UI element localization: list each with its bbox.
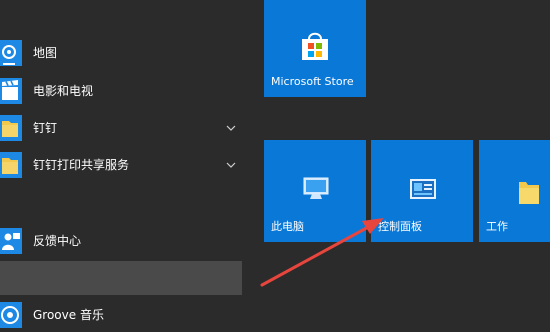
app-label: Groove 音乐 [33,308,104,322]
app-label: 反馈中心 [33,234,82,248]
folder-icon [0,115,22,141]
app-item-dingtalk-print[interactable]: 钉钉打印共享服务 [0,148,242,182]
tile-label: 控制面板 [378,220,422,233]
app-item-maps[interactable]: 地图 [0,36,242,70]
map-icon [0,40,22,66]
app-label: 地图 [33,46,58,60]
tile-label: Microsoft Store [271,75,354,88]
chevron-down-icon[interactable] [226,160,236,170]
tile-label: 工作 [486,220,508,233]
app-item-dingtalk[interactable]: 钉钉 [0,111,242,145]
app-item-feedback-hub[interactable]: 反馈中心 [0,224,242,258]
monitor-icon [303,177,329,199]
feedback-hub-icon [0,228,22,254]
folder-icon [0,152,22,178]
folder-icon [519,182,539,204]
tile-label: 此电脑 [271,220,304,233]
app-item-highlighted[interactable] [0,261,242,295]
app-label: 电影和电视 [33,84,94,98]
chevron-down-icon[interactable] [226,123,236,133]
tile-microsoft-store[interactable]: Microsoft Store [264,0,366,97]
movies-tv-icon [0,78,22,104]
control-panel-icon [410,179,436,199]
app-item-movies-tv[interactable]: 电影和电视 [0,74,242,108]
app-label: 钉钉 [33,121,58,135]
app-label: 钉钉打印共享服务 [33,158,130,172]
tile-control-panel[interactable]: 控制面板 [371,140,473,242]
tile-work[interactable]: 工作 [479,140,550,242]
store-bag-icon [302,32,328,60]
start-app-list: 地图 电影和电视 钉钉 钉钉打印共享服务 反馈中心 Groove 音乐 [0,0,242,328]
groove-music-icon [0,302,22,328]
tile-this-pc[interactable]: 此电脑 [264,140,366,242]
